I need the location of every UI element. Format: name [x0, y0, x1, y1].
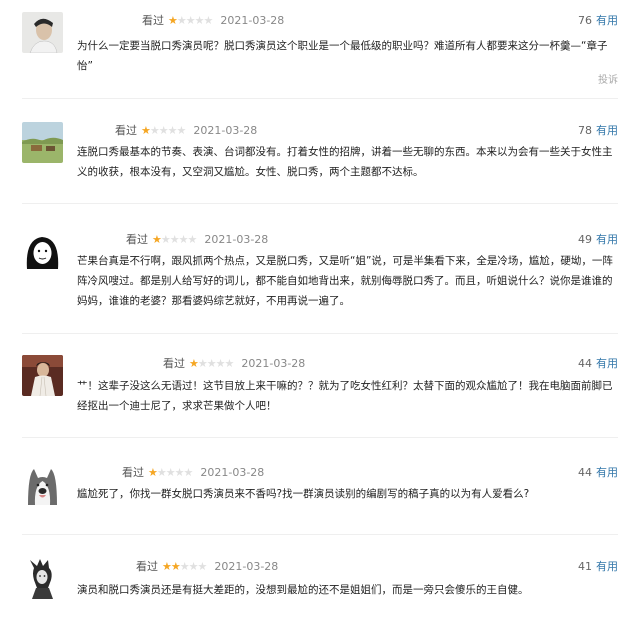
- divider: [22, 534, 618, 535]
- star-rating: ★★★★★: [141, 124, 187, 137]
- avatar[interactable]: [22, 355, 63, 396]
- star-empty-icon: ★: [224, 357, 235, 370]
- star-empty-icon: ★: [178, 233, 189, 246]
- star-filled-icon: ★: [162, 560, 172, 573]
- review-meta: 看过 ★★★★★ 2021-03-28: [142, 12, 284, 28]
- star-empty-icon: ★: [158, 124, 169, 137]
- watch-status: 看过: [126, 233, 148, 246]
- star-filled-icon: ★: [152, 233, 162, 246]
- useful-button[interactable]: 有用: [596, 357, 618, 370]
- star-empty-icon: ★: [185, 14, 196, 27]
- review-text: 尴尬死了，你找一群女脱口秀演员来不香吗?找一群演员读别的编剧写的稿子真的以为有人…: [77, 488, 530, 500]
- vote-area: 44 有用: [578, 355, 618, 371]
- star-rating: ★★★★★: [148, 466, 194, 479]
- review-text: 连脱口秀最基本的节奏、表演、台词都没有。打着女性的招牌，讲着一些无聊的东西。本来…: [77, 146, 613, 178]
- star-empty-icon: ★: [197, 357, 208, 370]
- vote-area: 76 有用: [578, 12, 618, 28]
- watch-status: 看过: [163, 357, 185, 370]
- vote-count: 41: [578, 560, 592, 573]
- avatar[interactable]: [22, 231, 63, 272]
- vote-area: 49 有用: [578, 231, 618, 247]
- divider: [22, 98, 618, 99]
- vote-count: 44: [578, 466, 592, 479]
- review-date: 2021-03-28: [214, 560, 279, 573]
- review-meta: 看过 ★★★★★ 2021-03-28: [115, 122, 257, 138]
- review-text: 演员和脱口秀演员还是有挺大差距的，没想到最尬的还不是姐姐们，而是一旁只会傻乐的王…: [77, 584, 529, 596]
- vote-area: 41 有用: [578, 558, 618, 574]
- star-filled-icon: ★: [170, 560, 181, 573]
- star-empty-icon: ★: [167, 124, 178, 137]
- star-rating: ★★★★★: [152, 233, 198, 246]
- useful-button[interactable]: 有用: [596, 124, 618, 137]
- review-date: 2021-03-28: [193, 124, 258, 137]
- report-link[interactable]: 投诉: [598, 71, 618, 86]
- review-text: 为什么一定要当脱口秀演员呢？脱口秀演员这个职业是一个最低级的职业吗？难道所有人都…: [77, 40, 608, 72]
- star-empty-icon: ★: [203, 14, 214, 27]
- star-filled-icon: ★: [148, 466, 158, 479]
- star-empty-icon: ★: [187, 233, 198, 246]
- useful-button[interactable]: 有用: [596, 14, 618, 27]
- star-empty-icon: ★: [160, 233, 171, 246]
- review-text: 芒果台真是不行啊，跟风抓两个热点，又是脱口秀，又是听“姐”说，可是半集看下来，全…: [77, 255, 613, 307]
- vote-count: 76: [578, 14, 592, 27]
- watch-status: 看过: [122, 466, 144, 479]
- star-filled-icon: ★: [168, 14, 178, 27]
- vote-area: 78 有用: [578, 122, 618, 138]
- star-empty-icon: ★: [183, 466, 194, 479]
- star-empty-icon: ★: [188, 560, 199, 573]
- watch-status: 看过: [136, 560, 158, 573]
- star-empty-icon: ★: [149, 124, 160, 137]
- star-empty-icon: ★: [215, 357, 226, 370]
- star-empty-icon: ★: [176, 14, 187, 27]
- vote-count: 44: [578, 357, 592, 370]
- star-empty-icon: ★: [169, 233, 180, 246]
- star-rating: ★★★★★: [189, 357, 235, 370]
- avatar[interactable]: [22, 464, 63, 505]
- vote-count: 78: [578, 124, 592, 137]
- star-empty-icon: ★: [156, 466, 167, 479]
- star-empty-icon: ★: [179, 560, 190, 573]
- review-date: 2021-03-28: [241, 357, 306, 370]
- star-empty-icon: ★: [176, 124, 187, 137]
- review-meta: 看过 ★★★★★ 2021-03-28: [136, 558, 278, 574]
- vote-count: 49: [578, 233, 592, 246]
- avatar[interactable]: [22, 12, 63, 53]
- divider: [22, 203, 618, 204]
- review-date: 2021-03-28: [204, 233, 269, 246]
- review-meta: 看过 ★★★★★ 2021-03-28: [163, 355, 305, 371]
- review-text: 艹！这辈子没这么无语过！这节目放上来干嘛的？？就为了吃女性红利？太替下面的观众尴…: [77, 380, 613, 412]
- useful-button[interactable]: 有用: [596, 233, 618, 246]
- star-filled-icon: ★: [189, 357, 199, 370]
- star-filled-icon: ★: [141, 124, 151, 137]
- star-rating: ★★★★★: [168, 14, 214, 27]
- avatar[interactable]: [22, 122, 63, 163]
- star-empty-icon: ★: [197, 560, 208, 573]
- star-rating: ★★★★★: [162, 560, 208, 573]
- useful-button[interactable]: 有用: [596, 560, 618, 573]
- avatar[interactable]: [22, 558, 63, 599]
- divider: [22, 333, 618, 334]
- useful-button[interactable]: 有用: [596, 466, 618, 479]
- star-empty-icon: ★: [174, 466, 185, 479]
- review-meta: 看过 ★★★★★ 2021-03-28: [126, 231, 268, 247]
- star-empty-icon: ★: [165, 466, 176, 479]
- review-date: 2021-03-28: [220, 14, 285, 27]
- vote-area: 44 有用: [578, 464, 618, 480]
- review-date: 2021-03-28: [200, 466, 265, 479]
- star-empty-icon: ★: [194, 14, 205, 27]
- watch-status: 看过: [142, 14, 164, 27]
- star-empty-icon: ★: [206, 357, 217, 370]
- watch-status: 看过: [115, 124, 137, 137]
- divider: [22, 437, 618, 438]
- review-meta: 看过 ★★★★★ 2021-03-28: [122, 464, 264, 480]
